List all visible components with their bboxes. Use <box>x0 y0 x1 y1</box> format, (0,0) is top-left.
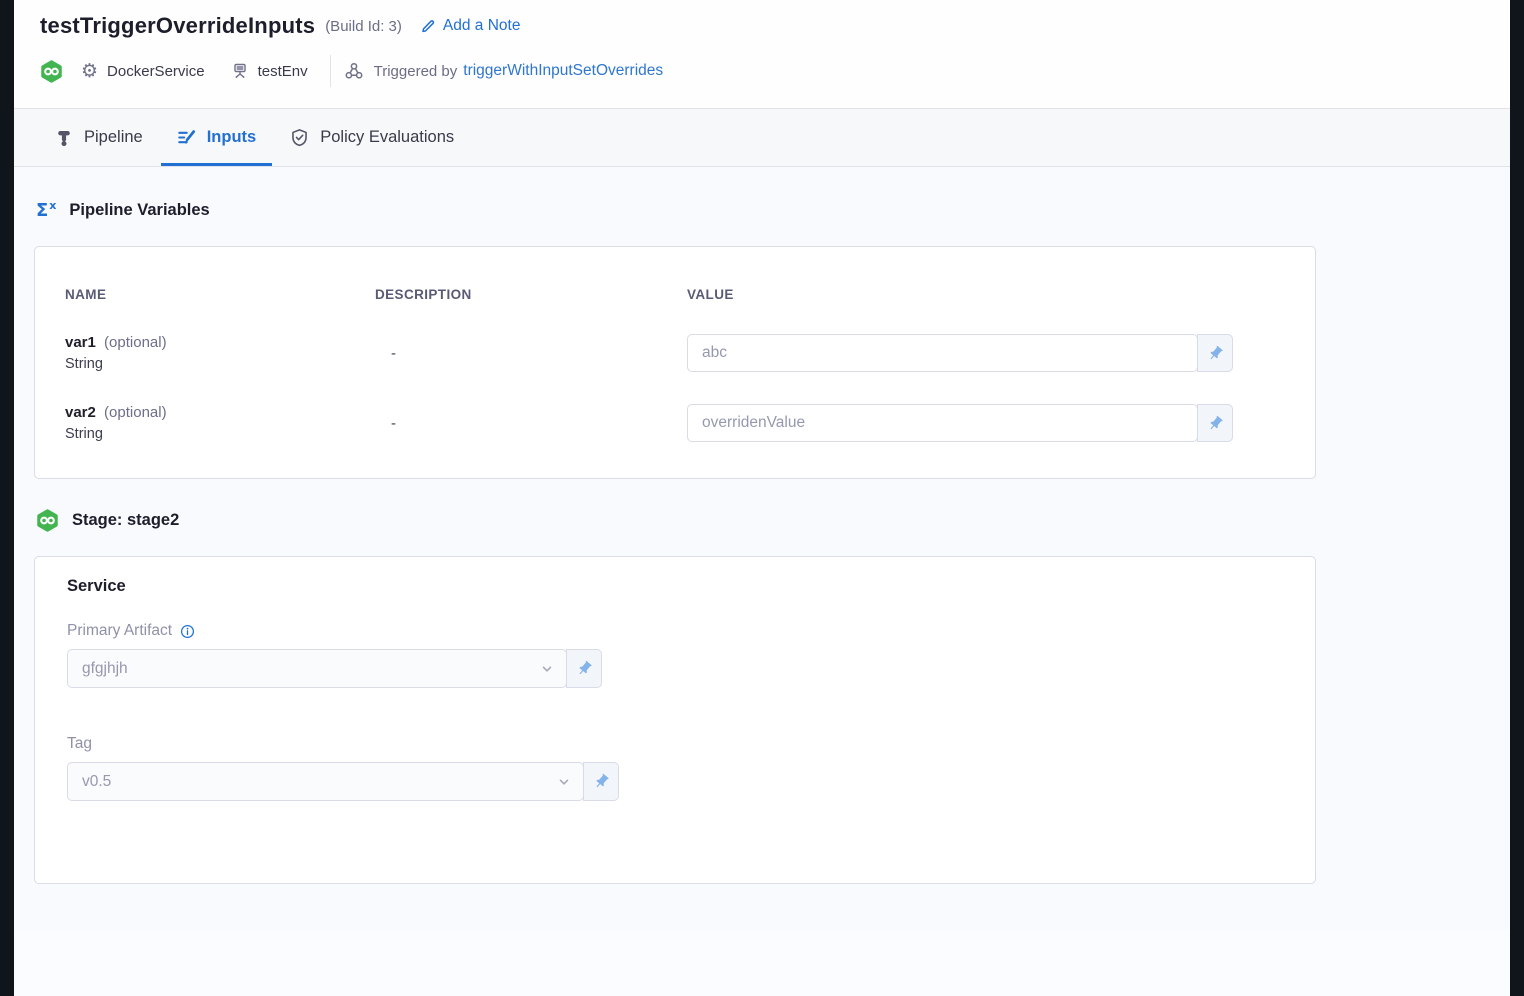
environment-name: testEnv <box>258 63 308 80</box>
chevron-down-icon <box>540 662 554 676</box>
primary-artifact-label: Primary Artifact <box>67 622 172 640</box>
variable-optional-badge: (optional) <box>104 404 167 421</box>
environment-icon <box>231 62 249 80</box>
service-name: DockerService <box>107 63 205 80</box>
variable-value-input[interactable] <box>687 404 1198 442</box>
execution-header: testTriggerOverrideInputs (Build Id: 3) … <box>14 0 1510 109</box>
add-note-label: Add a Note <box>443 17 521 35</box>
tab-inputs[interactable]: Inputs <box>161 109 273 166</box>
column-header-description: DESCRIPTION <box>375 287 687 302</box>
chevron-down-icon <box>557 775 571 789</box>
pin-button[interactable] <box>1197 334 1233 372</box>
pipeline-variables-title: Pipeline Variables <box>69 201 209 220</box>
inputs-icon <box>177 128 196 147</box>
add-note-button[interactable]: Add a Note <box>420 17 521 35</box>
execution-tabbar: Pipeline Inputs Policy Eval <box>14 109 1510 167</box>
tab-policy-evaluations[interactable]: Policy Evaluations <box>274 109 470 166</box>
service-heading: Service <box>67 577 1283 596</box>
pin-button[interactable] <box>566 649 602 688</box>
triggered-by-label: Triggered by <box>374 63 458 80</box>
primary-artifact-value: gfgjhjh <box>82 660 128 678</box>
pushpin-icon <box>576 660 593 677</box>
pin-button[interactable] <box>583 762 619 801</box>
pin-button[interactable] <box>1197 404 1233 442</box>
variable-value-input[interactable] <box>687 334 1198 372</box>
pushpin-icon <box>1207 345 1224 362</box>
inputs-tab-content: Σx Pipeline Variables NAME DESCRIPTION V… <box>14 167 1510 996</box>
info-icon[interactable] <box>180 624 195 639</box>
header-divider <box>330 55 331 87</box>
environment-info: testEnv <box>231 62 308 80</box>
tab-pipeline-label: Pipeline <box>84 128 143 147</box>
trigger-link[interactable]: triggerWithInputSetOverrides <box>463 62 663 80</box>
primary-artifact-label-row: Primary Artifact <box>67 622 1283 640</box>
variable-type: String <box>65 356 375 372</box>
service-info: ⚙ DockerService <box>81 62 205 81</box>
tag-label-row: Tag <box>67 735 1283 753</box>
trigger-icon <box>344 61 364 81</box>
tag-value: v0.5 <box>82 773 111 791</box>
variable-type: String <box>65 426 375 442</box>
tab-inputs-label: Inputs <box>207 128 257 147</box>
primary-artifact-select[interactable]: gfgjhjh <box>67 649 567 688</box>
pushpin-icon <box>593 773 610 790</box>
pipeline-icon <box>55 129 73 147</box>
tab-policy-label: Policy Evaluations <box>320 128 454 147</box>
build-id: (Build Id: 3) <box>325 18 402 35</box>
page-title: testTriggerOverrideInputs <box>40 13 315 39</box>
variable-description: - <box>375 415 687 432</box>
service-card: Service Primary Artifact gfgjhjh <box>34 556 1316 884</box>
pipeline-variables-card: NAME DESCRIPTION VALUE var1 (optional) S… <box>34 246 1316 479</box>
sigma-icon: Σx <box>36 200 56 220</box>
variable-description: - <box>375 345 687 362</box>
pushpin-icon <box>1207 415 1224 432</box>
pencil-icon <box>420 18 436 34</box>
shield-check-icon <box>290 128 309 147</box>
column-header-name: NAME <box>65 287 375 302</box>
stage-title: Stage: stage2 <box>72 511 179 530</box>
tag-label: Tag <box>67 735 92 753</box>
execution-page: testTriggerOverrideInputs (Build Id: 3) … <box>14 0 1510 996</box>
gear-icon: ⚙ <box>81 62 98 81</box>
variable-name: var1 <box>65 334 96 351</box>
column-header-value: VALUE <box>687 287 1285 302</box>
variable-name: var2 <box>65 404 96 421</box>
variable-optional-badge: (optional) <box>104 334 167 351</box>
stage-section-head: Stage: stage2 <box>36 509 1510 532</box>
cd-module-icon <box>40 60 63 83</box>
tag-select[interactable]: v0.5 <box>67 762 584 801</box>
stage-cd-icon <box>36 509 59 532</box>
tab-pipeline[interactable]: Pipeline <box>39 109 159 166</box>
pipeline-variables-section-head: Σx Pipeline Variables <box>36 200 1510 220</box>
content-footer-band <box>14 930 1510 996</box>
